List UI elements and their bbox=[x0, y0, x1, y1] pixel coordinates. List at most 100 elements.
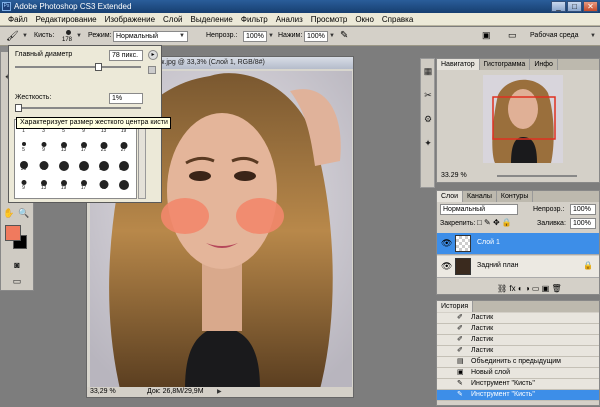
zoom-readout[interactable]: 33,29 % bbox=[90, 387, 116, 397]
layers-opacity-field[interactable]: 100% bbox=[570, 204, 596, 215]
navigator-thumbnail[interactable] bbox=[483, 75, 563, 163]
menu-window[interactable]: Окно bbox=[351, 15, 378, 24]
lock-icons[interactable]: □ ✎ ✥ 🔒 bbox=[477, 218, 512, 227]
blend-mode-select[interactable]: Нормальный bbox=[440, 204, 518, 215]
workspace-label[interactable]: Рабочая среда bbox=[530, 32, 578, 39]
navigator-zoom[interactable]: 33.29 % bbox=[441, 172, 467, 179]
menu-analysis[interactable]: Анализ bbox=[272, 15, 307, 24]
brush-preset[interactable]: 13 bbox=[37, 179, 50, 191]
brush-preset[interactable]: 100 bbox=[77, 160, 90, 172]
foreground-color-top[interactable] bbox=[5, 225, 21, 241]
history-item[interactable]: ▤ Объединить с предыдущим bbox=[437, 357, 599, 368]
brush-picker-arrow-icon[interactable]: ▼ bbox=[76, 33, 82, 39]
layer-name[interactable]: Слой 1 bbox=[477, 239, 500, 246]
dock-icon[interactable]: ✂ bbox=[422, 89, 434, 101]
brush-preset[interactable]: 9 bbox=[37, 141, 50, 153]
menu-select[interactable]: Выделение bbox=[186, 15, 236, 24]
dock-icon[interactable]: ⚙ bbox=[422, 113, 434, 125]
opacity-label: Непрозр.: bbox=[206, 32, 238, 39]
presets-scrollbar[interactable] bbox=[138, 119, 146, 199]
workspace-arrow-icon[interactable]: ▼ bbox=[590, 33, 596, 39]
hand-tool-icon[interactable]: ✋ bbox=[3, 207, 15, 219]
menu-layer[interactable]: Слой bbox=[159, 15, 186, 24]
diameter-slider-track[interactable] bbox=[15, 66, 141, 68]
menu-image[interactable]: Изображение bbox=[101, 15, 159, 24]
flow-arrow-icon[interactable]: ▼ bbox=[329, 33, 335, 39]
brush-preset[interactable]: 21 bbox=[97, 141, 110, 153]
dock-icon[interactable]: ▦ bbox=[422, 65, 434, 77]
opacity-field[interactable]: 100% bbox=[243, 31, 267, 42]
tab-layers[interactable]: Слои bbox=[437, 191, 464, 202]
brush-preset[interactable]: 19 bbox=[57, 179, 70, 191]
hardness-slider-track[interactable] bbox=[15, 107, 141, 109]
brush-options-arrow-icon[interactable]: ▸ bbox=[148, 50, 158, 60]
history-item-selected[interactable]: ✎ Инструмент "Кисть" bbox=[437, 390, 599, 401]
workspace-icon[interactable]: ▭ bbox=[508, 30, 517, 41]
fill-field[interactable]: 100% bbox=[570, 218, 596, 229]
brush-preset[interactable]: 45 bbox=[37, 160, 50, 172]
eye-icon[interactable]: 👁 bbox=[441, 261, 452, 272]
tab-histogram[interactable]: Гистограмма bbox=[480, 59, 531, 70]
brush-preset[interactable]: 65 bbox=[57, 160, 70, 172]
tab-history[interactable]: История bbox=[437, 301, 474, 312]
history-item[interactable]: ✐ Ластик bbox=[437, 335, 599, 346]
layer-row-selected[interactable]: 👁 Слой 1 bbox=[437, 233, 599, 255]
hardness-slider-handle[interactable] bbox=[15, 104, 22, 112]
opacity-arrow-icon[interactable]: ▼ bbox=[268, 33, 274, 39]
new-preset-icon[interactable] bbox=[148, 66, 156, 74]
brush-preset[interactable]: 65 bbox=[117, 179, 130, 191]
flow-field[interactable]: 100% bbox=[304, 31, 328, 42]
history-item[interactable]: ▣ Новый слой bbox=[437, 368, 599, 379]
brush-preset[interactable]: 27 bbox=[117, 141, 130, 153]
menu-help[interactable]: Справка bbox=[378, 15, 417, 24]
file-browser-icon[interactable]: ▣ bbox=[482, 30, 491, 41]
layers-footer-icons[interactable]: ⛓ fx ◐ ◑ ▭ ▣ 🗑 bbox=[437, 283, 599, 294]
menu-filter[interactable]: Фильтр bbox=[237, 15, 272, 24]
layer-name[interactable]: Задний план bbox=[477, 262, 518, 269]
quick-mask-icon[interactable]: ◙ bbox=[11, 259, 23, 271]
brush-tool-icon[interactable]: 🖌 bbox=[6, 30, 20, 43]
hardness-label: Жесткость: bbox=[15, 94, 52, 101]
history-item[interactable]: ✎ Инструмент "Кисть" bbox=[437, 379, 599, 390]
minimize-icon[interactable]: _ bbox=[551, 1, 566, 12]
brush-icon: ✎ bbox=[457, 380, 463, 387]
brush-preset[interactable]: 300 bbox=[117, 160, 130, 172]
zoom-tool-icon[interactable]: 🔍 bbox=[18, 207, 30, 219]
screen-mode-icon[interactable]: ▭ bbox=[11, 275, 23, 287]
menu-edit[interactable]: Редактирование bbox=[32, 15, 101, 24]
airbrush-icon[interactable]: ✎ bbox=[340, 30, 348, 41]
brush-preset[interactable]: 35 bbox=[17, 160, 30, 172]
panel-dock-strip: ▦ ✂ ⚙ ✦ bbox=[420, 58, 435, 188]
menu-file[interactable]: Файл bbox=[4, 15, 32, 24]
close-icon[interactable]: ✕ bbox=[583, 1, 598, 12]
hardness-field[interactable]: 1% bbox=[109, 93, 143, 104]
mode-select[interactable]: Нормальный ▼ bbox=[113, 31, 188, 42]
history-item[interactable]: ✐ Ластик bbox=[437, 324, 599, 335]
brush-preset[interactable]: 13 bbox=[57, 141, 70, 153]
tab-channels[interactable]: Каналы bbox=[463, 191, 497, 202]
tab-navigator[interactable]: Навигатор bbox=[437, 59, 480, 70]
dock-icon[interactable]: ✦ bbox=[422, 137, 434, 149]
maximize-icon[interactable]: □ bbox=[567, 1, 582, 12]
tab-info[interactable]: Инфо bbox=[530, 59, 558, 70]
brush-preset[interactable]: 9 bbox=[17, 179, 30, 191]
history-item[interactable]: ✐ Ластик bbox=[437, 346, 599, 357]
history-list: ✐ Ластик ✐ Ластик ✐ Ластик ✐ Ластик ▤ Объедин… bbox=[437, 313, 599, 407]
brush-preset[interactable]: 45 bbox=[97, 179, 110, 191]
brush-preset[interactable]: 17 bbox=[77, 179, 90, 191]
history-item-label: Новый слой bbox=[471, 369, 511, 376]
diameter-field[interactable]: 78 пикс. bbox=[109, 50, 143, 61]
brush-preset[interactable]: 200 bbox=[97, 160, 110, 172]
tab-paths[interactable]: Контуры bbox=[497, 191, 534, 202]
menu-view[interactable]: Просмотр bbox=[307, 15, 352, 24]
status-arrow-icon[interactable]: ▶ bbox=[217, 387, 222, 397]
eye-icon[interactable]: 👁 bbox=[441, 238, 452, 249]
layer-row[interactable]: 👁 Задний план 🔒 bbox=[437, 256, 599, 278]
brush-preset[interactable]: 17 bbox=[77, 141, 90, 153]
history-item[interactable]: ✐ Ластик bbox=[437, 313, 599, 324]
brush-presets-grid: 1 3 5 9 13 19 5 9 13 17 21 27 35 45 65 100 200 300 9 13 19 17… bbox=[14, 119, 137, 199]
brush-preset[interactable]: 5 bbox=[17, 141, 30, 153]
navigator-zoom-slider[interactable] bbox=[497, 175, 577, 177]
tool-preset-arrow-icon[interactable]: ▼ bbox=[22, 33, 28, 39]
diameter-slider-handle[interactable] bbox=[95, 63, 102, 71]
